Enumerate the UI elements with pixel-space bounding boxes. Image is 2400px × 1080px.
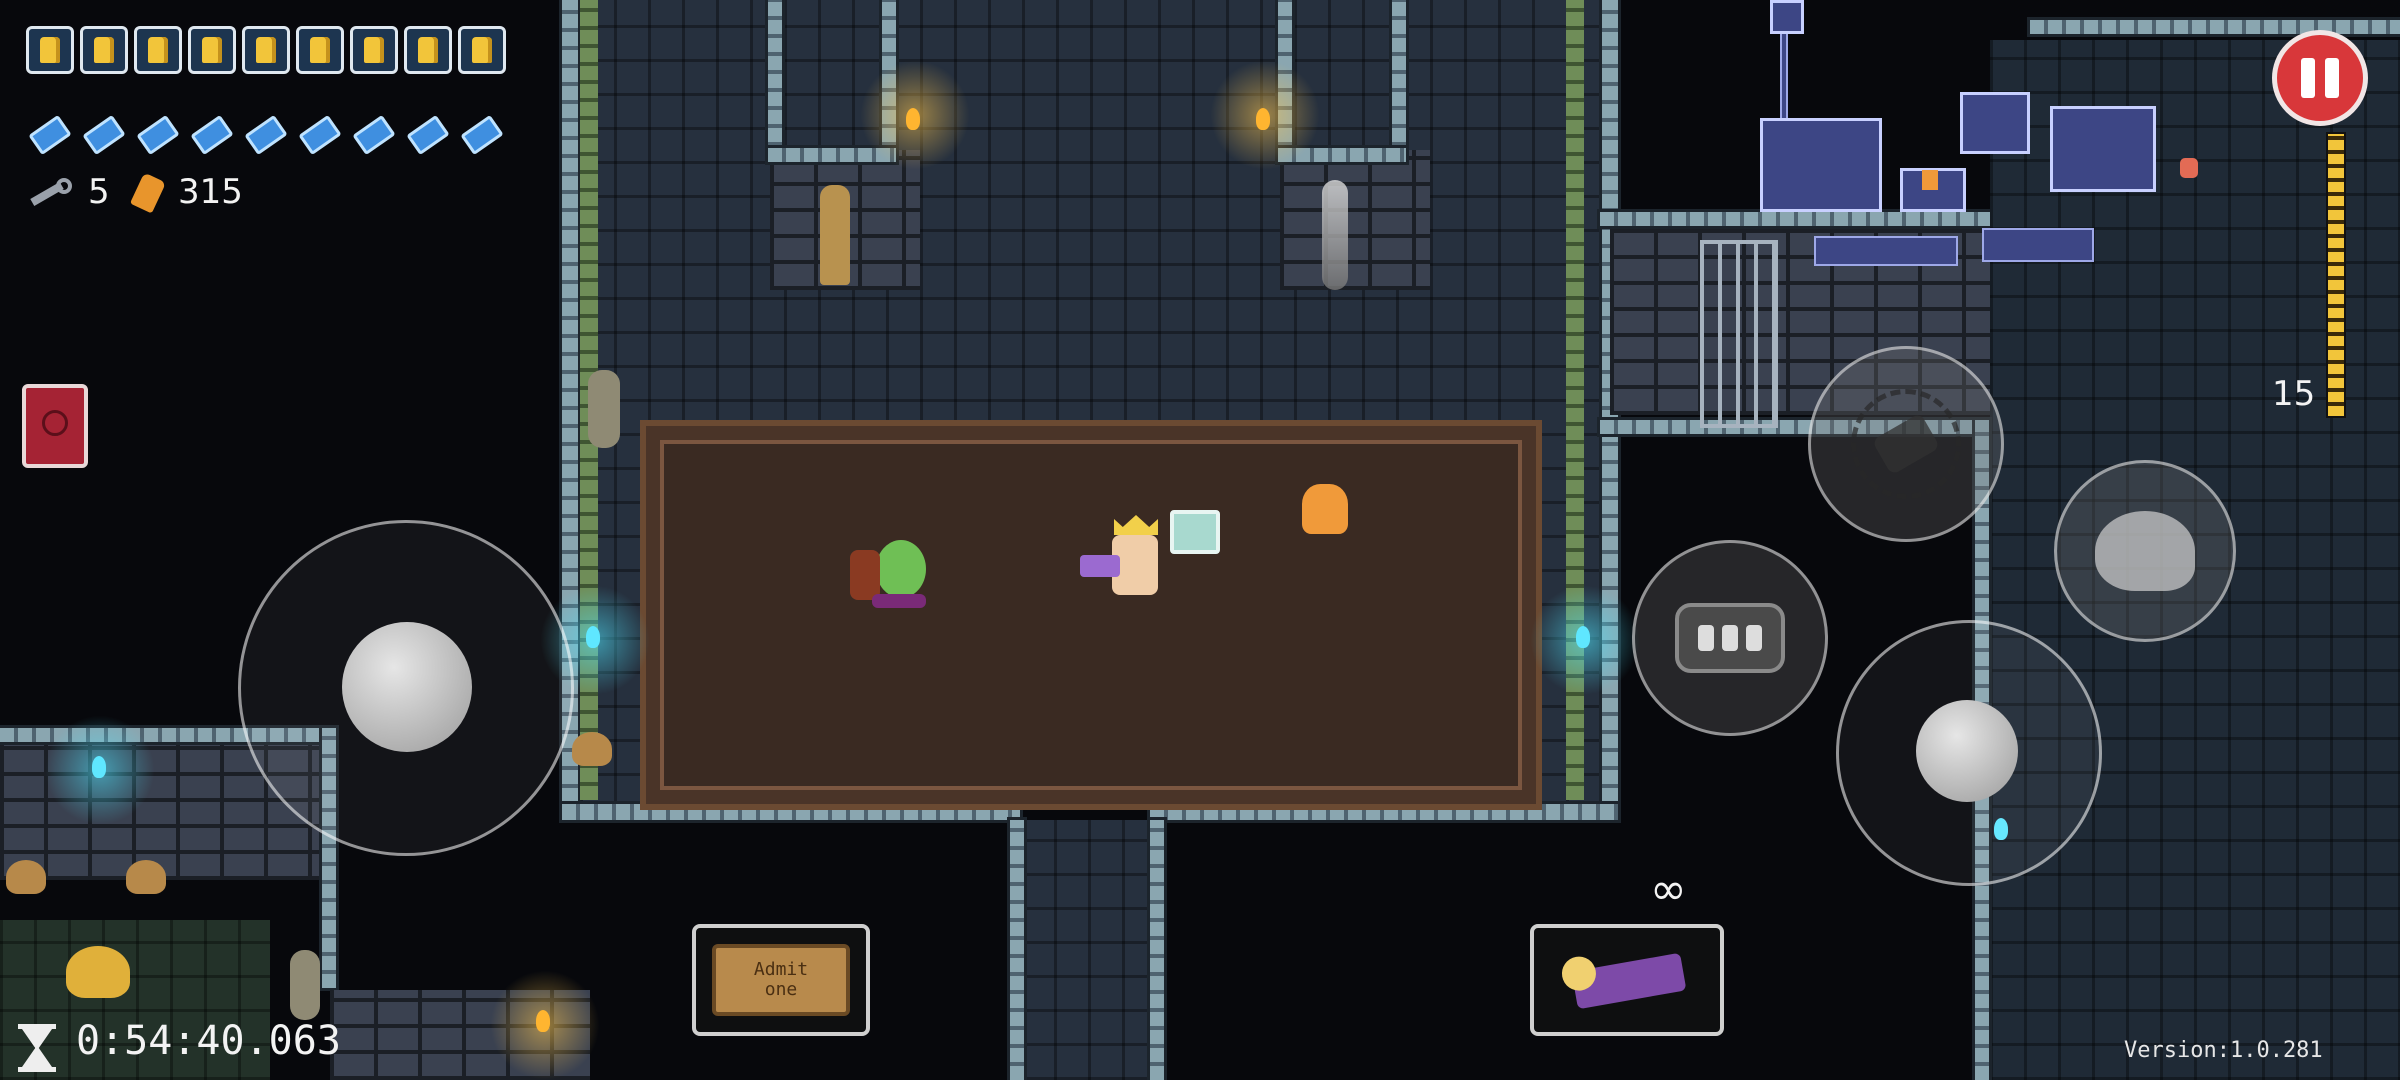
blank-icon bbox=[458, 114, 506, 156]
minimap-room bbox=[1770, 0, 1804, 34]
torch-flame-icon bbox=[906, 108, 920, 130]
torch-flame-icon bbox=[1256, 108, 1270, 130]
heart-container-icon bbox=[242, 26, 290, 74]
back-wall-right-alcove bbox=[1280, 150, 1430, 290]
shell-currency-icon bbox=[129, 172, 167, 214]
vase-icon bbox=[588, 370, 620, 448]
torch-flame-icon bbox=[586, 626, 600, 648]
currency-count: 315 bbox=[178, 172, 243, 212]
heart-container-icon bbox=[80, 26, 128, 74]
alcove-wall-5 bbox=[1392, 0, 1406, 160]
heart-container-icon bbox=[404, 26, 452, 74]
torch-flame-icon bbox=[536, 1010, 550, 1032]
corridor-wall-right bbox=[1150, 820, 1164, 1080]
minimap-room bbox=[1760, 118, 1882, 212]
chat-icon bbox=[1675, 603, 1785, 673]
red-book-icon bbox=[42, 410, 68, 436]
blank-icon bbox=[188, 114, 236, 156]
skull-prop-icon bbox=[126, 860, 166, 894]
health-hearts bbox=[26, 26, 506, 74]
blank-icon bbox=[26, 114, 74, 156]
player-character-icon bbox=[1080, 515, 1170, 605]
blank-icon bbox=[350, 114, 398, 156]
blank-icon bbox=[134, 114, 182, 156]
heart-container-icon bbox=[134, 26, 182, 74]
blank-action-icon bbox=[1851, 389, 1961, 499]
torch-flame-icon bbox=[92, 756, 106, 778]
admit-one-ticket-icon: Admit one bbox=[712, 944, 850, 1016]
ammo-count: 15 bbox=[2272, 374, 2316, 414]
run-timer: 0:54:40.063 bbox=[76, 1018, 341, 1064]
torch-flame-icon bbox=[1576, 626, 1590, 648]
pause-button[interactable] bbox=[2272, 30, 2368, 126]
blank-icon bbox=[404, 114, 452, 156]
current-gun-icon bbox=[1559, 952, 1687, 1010]
heart-container-icon bbox=[296, 26, 344, 74]
aim-joystick-knob[interactable] bbox=[1916, 700, 2018, 802]
carpet bbox=[640, 420, 1542, 810]
version-label: Version:1.0.281 bbox=[2124, 1038, 2323, 1063]
hourglass-icon bbox=[18, 1024, 56, 1072]
minimap-player-marker-icon bbox=[1922, 170, 1938, 190]
infinite-ammo-label: ∞ bbox=[1650, 864, 1687, 915]
pause-icon bbox=[2301, 58, 2339, 98]
minimap-corridor bbox=[1982, 228, 2094, 262]
ticket-label: Admit one bbox=[753, 959, 809, 1000]
gun-slot[interactable] bbox=[1530, 924, 1724, 1036]
robot-companion-icon bbox=[1170, 510, 1220, 554]
movement-joystick-knob[interactable] bbox=[342, 622, 472, 752]
heart-container-icon bbox=[458, 26, 506, 74]
chat-button[interactable] bbox=[1632, 540, 1828, 736]
heart-container-icon bbox=[26, 26, 74, 74]
ghost-smoke-icon bbox=[1322, 180, 1348, 290]
alcove-wall-1 bbox=[768, 0, 782, 160]
dodge-roll-button[interactable] bbox=[2054, 460, 2236, 642]
blank-icon bbox=[296, 114, 344, 156]
heart-container-icon bbox=[188, 26, 236, 74]
minimap-enemy-marker-icon bbox=[2180, 158, 2198, 178]
skull-prop-icon bbox=[6, 860, 46, 894]
blank-icon bbox=[80, 114, 128, 156]
minimap[interactable] bbox=[1760, 0, 2170, 270]
heart-container-icon bbox=[350, 26, 398, 74]
minimap-room bbox=[2050, 106, 2156, 192]
gun-nut-enemy-icon bbox=[850, 530, 930, 610]
ammo-bar bbox=[2326, 132, 2346, 418]
dodge-roll-icon bbox=[2095, 511, 2195, 591]
gold-chick-npc-icon bbox=[66, 946, 130, 998]
vase-icon bbox=[290, 950, 320, 1020]
key-icon bbox=[30, 178, 74, 208]
south-corridor-floor bbox=[1020, 820, 1150, 1080]
blank-icon bbox=[242, 114, 290, 156]
blanks-row bbox=[26, 114, 506, 156]
blank-action-button[interactable] bbox=[1808, 346, 2004, 542]
minimap-room-shop bbox=[1960, 92, 2030, 154]
corridor-wall-left bbox=[1010, 820, 1024, 1080]
passive-item-red-book[interactable] bbox=[22, 384, 88, 468]
minimap-corridor bbox=[1814, 236, 1958, 266]
bullet-kin-enemy-icon bbox=[1302, 484, 1348, 534]
active-item-slot[interactable]: Admit one bbox=[692, 924, 870, 1036]
skull-prop-icon bbox=[572, 732, 612, 766]
skeleton-statue-icon bbox=[820, 185, 850, 285]
key-count: 5 bbox=[88, 172, 110, 212]
